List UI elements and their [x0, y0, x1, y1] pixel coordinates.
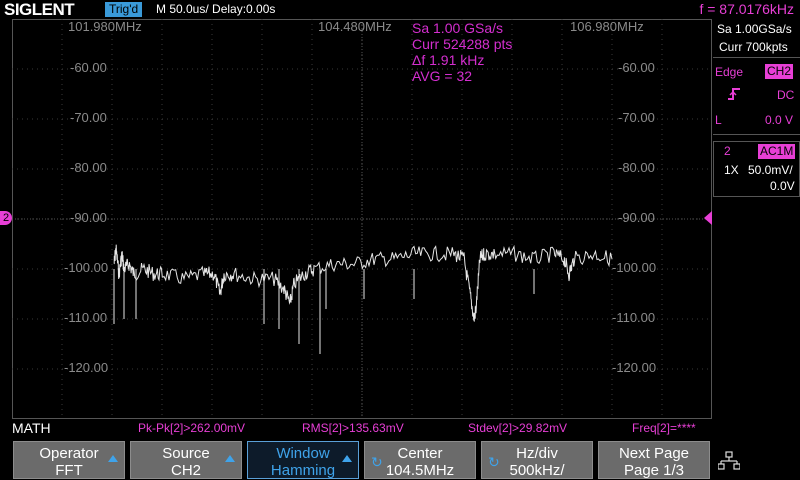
hz-div-softkey-value: 500kHz/	[509, 462, 565, 479]
next-page-softkey-value: Page 1/3	[623, 462, 685, 479]
channel-offset-marker-icon[interactable]: 2	[0, 211, 12, 225]
channel-volts-div: 50.0mV/	[748, 163, 793, 177]
window-softkey[interactable]: Window Hamming	[247, 441, 359, 479]
x-label-left: 101.980MHz	[68, 19, 142, 34]
x-label-right: 106.980MHz	[570, 19, 644, 34]
center-softkey-value: 104.5MHz	[385, 462, 455, 479]
measure-rms: RMS[2]>135.63mV	[302, 421, 404, 435]
y-label-right-120: -120.00	[612, 360, 657, 375]
next-page-softkey[interactable]: Next Page Page 1/3	[598, 441, 710, 479]
acq-points: Curr 700kpts	[719, 40, 788, 54]
channel-probe: 1X	[724, 163, 739, 177]
x-label-center: 104.480MHz	[318, 19, 392, 34]
rising-edge-icon	[727, 87, 741, 106]
y-label-left-110: -110.00	[64, 310, 108, 325]
measurement-bar: MATH Pk-Pk[2]>262.00mV RMS[2]>135.63mV S…	[0, 419, 800, 437]
y-label-left-70: -70.00	[70, 110, 107, 125]
operator-softkey[interactable]: Operator FFT	[13, 441, 125, 479]
y-label-right-100: -100.00	[612, 260, 657, 275]
trigger-level-marker-icon[interactable]	[704, 211, 712, 225]
measure-freq: Freq[2]=****	[632, 421, 696, 435]
trigger-status-badge: Trig'd	[105, 2, 143, 17]
fft-resolution-info: Δf 1.91 kHz	[412, 52, 485, 68]
channel-coupling-badge: AC1M	[758, 144, 796, 159]
y-label-left-60: -60.00	[70, 60, 107, 75]
menu-up-arrow-icon	[108, 455, 118, 462]
next-page-softkey-label: Next Page	[618, 445, 690, 462]
fft-display[interactable]: 101.980MHz 104.480MHz 106.980MHz -60.00 …	[0, 19, 712, 419]
y-label-left-90: -90.00	[70, 210, 107, 225]
y-label-right-80: -80.00	[618, 160, 655, 175]
source-softkey[interactable]: Source CH2	[130, 441, 242, 479]
fft-average-info: AVG = 32	[412, 68, 473, 84]
y-label-right-70: -70.00	[618, 110, 655, 125]
timebase-readout: M 50.0us/ Delay:0.00s	[156, 2, 276, 16]
hz-div-softkey[interactable]: ↻ Hz/div 500kHz/	[481, 441, 593, 479]
fft-graticule	[12, 19, 712, 419]
fft-sample-rate-info: Sa 1.00 GSa/s	[412, 20, 504, 36]
top-status-bar: SIGLENT Trig'd M 50.0us/ Delay:0.00s f =…	[0, 0, 800, 27]
math-label: MATH	[12, 420, 51, 436]
network-icon	[717, 451, 741, 476]
channel-offset: 0.0V	[770, 179, 795, 193]
center-softkey[interactable]: ↻ Center 104.5MHz	[364, 441, 476, 479]
window-softkey-value: Hamming	[270, 462, 336, 479]
frequency-readout: f = 87.0176kHz	[699, 1, 794, 17]
trigger-source-badge: CH2	[765, 64, 794, 79]
fft-trace	[113, 244, 613, 322]
trigger-coupling: DC	[777, 88, 795, 102]
trigger-level-value: 0.0 V	[765, 113, 794, 127]
menu-up-arrow-icon	[342, 455, 352, 462]
trigger-type: Edge	[715, 65, 744, 79]
center-softkey-label: Center	[397, 445, 443, 462]
trigger-box[interactable]: Edge CH2 DC L 0.0 V	[713, 61, 800, 135]
acquisition-box[interactable]: Sa 1.00GSa/s Curr 700kpts	[713, 19, 800, 58]
fft-points-info: Curr 524288 pts	[412, 36, 513, 52]
operator-softkey-value: FFT	[55, 462, 83, 479]
hz-div-softkey-label: Hz/div	[516, 445, 558, 462]
acq-sample-rate: Sa 1.00GSa/s	[717, 22, 792, 36]
y-label-left-100: -100.00	[64, 260, 109, 275]
brand-logo: SIGLENT	[4, 0, 75, 19]
menu-up-arrow-icon	[225, 455, 235, 462]
y-label-left-80: -80.00	[70, 160, 107, 175]
channel-number: 2	[724, 144, 731, 158]
right-info-panel: Sa 1.00GSa/s Curr 700kpts Edge CH2 DC L …	[713, 19, 800, 419]
source-softkey-value: CH2	[170, 462, 201, 479]
y-label-right-110: -110.00	[612, 310, 656, 325]
measure-stdev: Stdev[2]>29.82mV	[468, 421, 568, 435]
y-label-right-60: -60.00	[618, 60, 655, 75]
softkey-menu: Operator FFT Source CH2 Window Hamming ↻…	[0, 437, 800, 480]
trigger-level-label: L	[715, 113, 722, 127]
y-label-left-120: -120.00	[64, 360, 109, 375]
channel-offset-marker-label: 2	[2, 212, 10, 224]
y-label-right-90: -90.00	[618, 210, 655, 225]
channel2-box[interactable]: 2 AC1M 1X 50.0mV/ 0.0V	[713, 141, 800, 197]
measure-pkpk: Pk-Pk[2]>262.00mV	[138, 421, 246, 435]
